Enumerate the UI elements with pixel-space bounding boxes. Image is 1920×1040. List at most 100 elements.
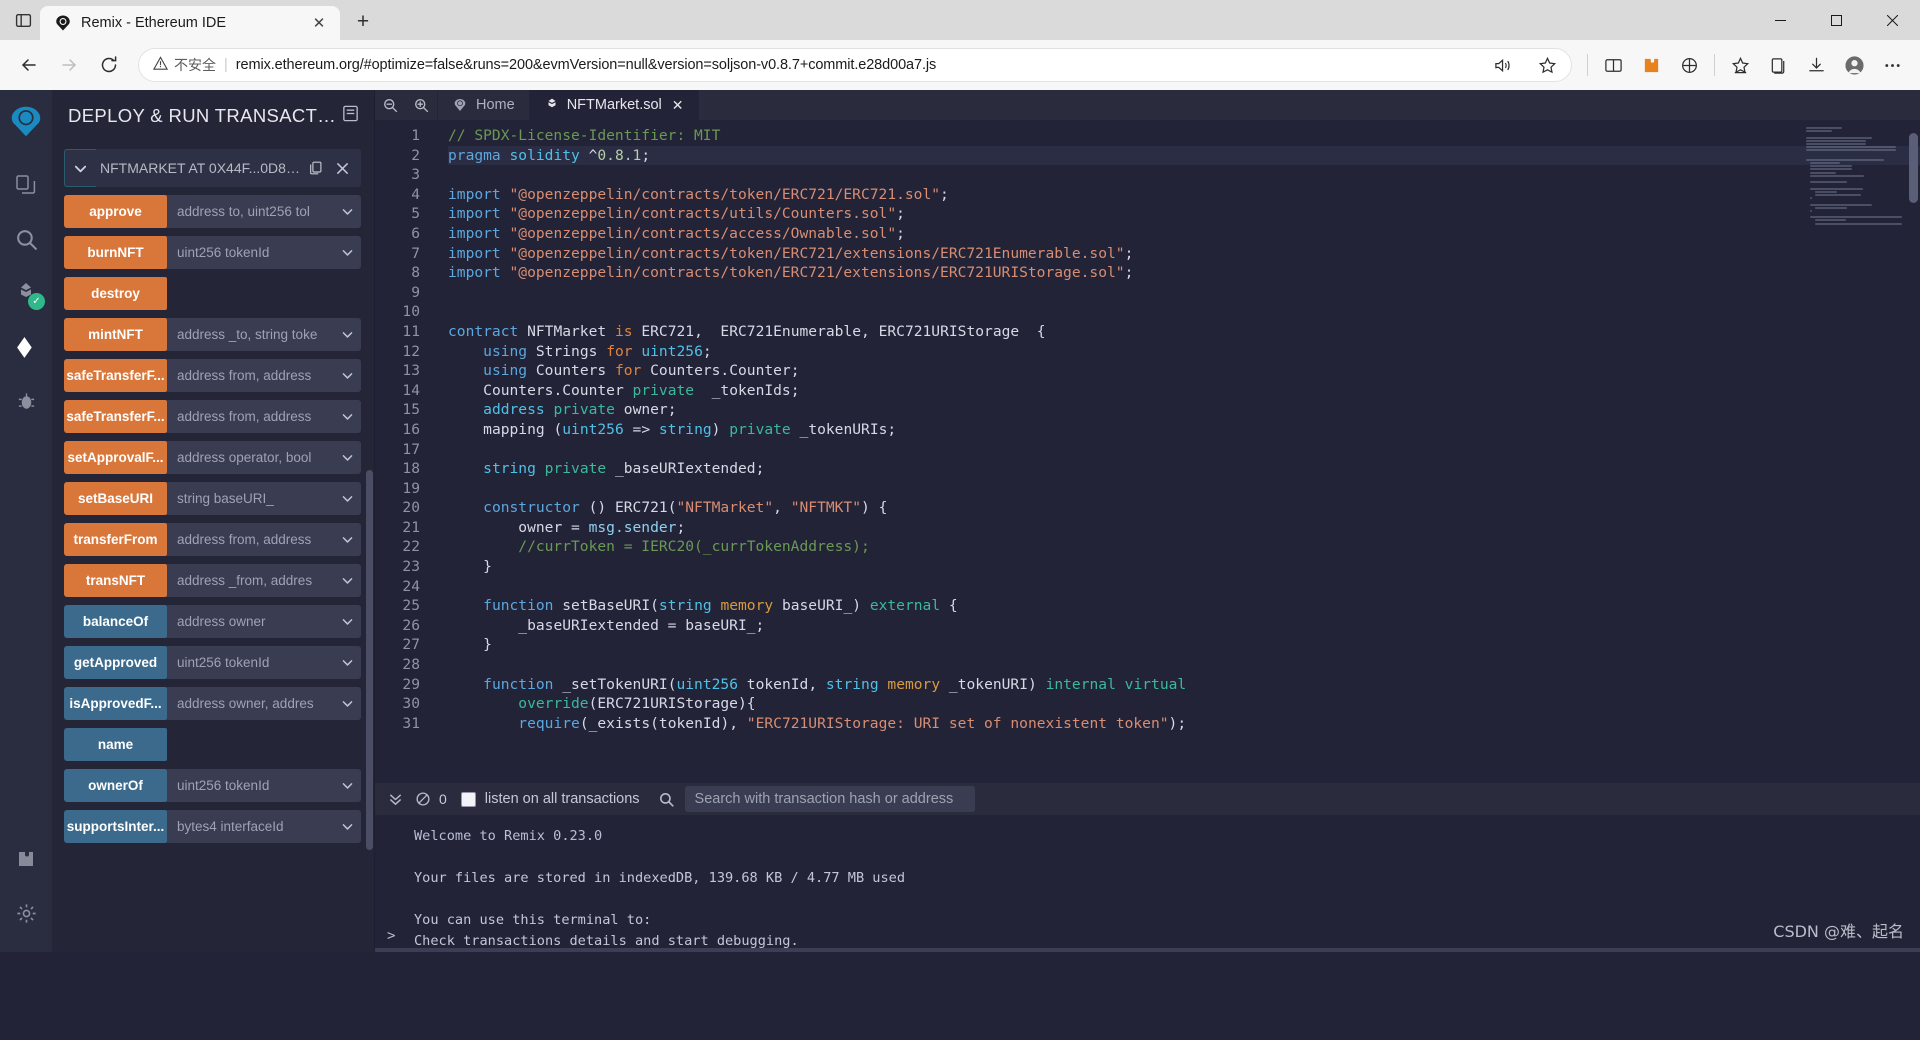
function-params-input[interactable]: address from, address: [167, 359, 333, 392]
function-button-balanceof[interactable]: balanceOf: [64, 605, 167, 638]
code-line[interactable]: pragma solidity ^0.8.1;: [448, 145, 1920, 166]
code-line[interactable]: override(ERC721URIStorage){: [448, 694, 1920, 714]
function-button-safetransferf[interactable]: safeTransferF...: [64, 400, 167, 433]
search-icon[interactable]: [658, 791, 675, 808]
function-button-name[interactable]: name: [64, 728, 167, 761]
code-line[interactable]: // SPDX-License-Identifier: MIT: [448, 126, 1920, 146]
code-line[interactable]: [448, 302, 1920, 322]
code-line[interactable]: _baseURIextended = baseURI_;: [448, 616, 1920, 636]
function-params-input[interactable]: address _from, addres: [167, 564, 333, 597]
read-aloud-icon[interactable]: [1485, 47, 1521, 83]
code-line[interactable]: constructor () ERC721("NFTMarket", "NFTM…: [448, 498, 1920, 518]
panel-scrollbar[interactable]: [366, 470, 373, 850]
browser-essentials-icon[interactable]: [1671, 47, 1707, 83]
chevron-down-icon[interactable]: [333, 400, 361, 433]
code-line[interactable]: }: [448, 557, 1920, 577]
function-button-destroy[interactable]: destroy: [64, 277, 167, 310]
function-params-input[interactable]: string baseURI_: [167, 482, 333, 515]
profile-icon[interactable]: [1836, 47, 1872, 83]
close-icon[interactable]: [329, 153, 355, 183]
new-tab-button[interactable]: +: [348, 7, 378, 37]
code-line[interactable]: [448, 440, 1920, 460]
terminal-prompt[interactable]: >: [387, 926, 395, 947]
function-params-input[interactable]: address owner: [167, 605, 333, 638]
minimize-button[interactable]: [1752, 0, 1808, 40]
chevron-down-icon[interactable]: [333, 646, 361, 679]
code-line[interactable]: [448, 655, 1920, 675]
function-params-input[interactable]: bytes4 interfaceId: [167, 810, 333, 843]
forward-button[interactable]: [50, 46, 88, 84]
code-line[interactable]: import "@openzeppelin/contracts/access/O…: [448, 224, 1920, 244]
function-button-isapprovedf[interactable]: isApprovedF...: [64, 687, 167, 720]
editor-scrollbar[interactable]: [1909, 133, 1918, 203]
code-line[interactable]: }: [448, 635, 1920, 655]
function-button-mintnft[interactable]: mintNFT: [64, 318, 167, 351]
favorites-icon[interactable]: [1722, 47, 1758, 83]
file-explorer-icon[interactable]: [4, 162, 48, 208]
listen-on-all-transactions-checkbox[interactable]: [460, 791, 476, 807]
chevron-down-icon[interactable]: [64, 149, 96, 187]
extensions-puzzle-icon[interactable]: [1633, 47, 1669, 83]
chevron-down-icon[interactable]: [333, 482, 361, 515]
double-chevron-down-icon[interactable]: [381, 785, 409, 813]
function-params-input[interactable]: address to, uint256 tol: [167, 195, 333, 228]
code-line[interactable]: contract NFTMarket is ERC721, ERC721Enum…: [448, 322, 1920, 342]
maximize-button[interactable]: [1808, 0, 1864, 40]
chevron-down-icon[interactable]: [333, 318, 361, 351]
function-button-burnnft[interactable]: burnNFT: [64, 236, 167, 269]
code-line[interactable]: import "@openzeppelin/contracts/token/ER…: [448, 244, 1920, 264]
favorite-star-icon[interactable]: [1529, 47, 1565, 83]
tab-close-icon[interactable]: ✕: [672, 97, 684, 114]
code-editor[interactable]: 1 2 3 4 5 6 7 8 9 10 11 12 13 14 15 16 17 18 19 20 21 22 23 24 2…: [375, 121, 1920, 782]
function-button-approve[interactable]: approve: [64, 195, 167, 228]
function-params-input[interactable]: address _to, string toke: [167, 318, 333, 351]
code-line[interactable]: string private _baseURIextended;: [448, 459, 1920, 479]
chevron-down-icon[interactable]: [333, 359, 361, 392]
code-line[interactable]: Counters.Counter private _tokenIds;: [448, 381, 1920, 401]
search-icon[interactable]: [4, 216, 48, 262]
chevron-down-icon[interactable]: [333, 769, 361, 802]
tab-list-icon[interactable]: [6, 3, 40, 37]
chevron-down-icon[interactable]: [333, 810, 361, 843]
function-params-input[interactable]: uint256 tokenId: [167, 646, 333, 679]
chevron-down-icon[interactable]: [333, 236, 361, 269]
security-status[interactable]: 不安全: [152, 55, 216, 75]
code-line[interactable]: mapping (uint256 => string) private _tok…: [448, 420, 1920, 440]
terminal-scrollbar[interactable]: [375, 948, 1920, 952]
code-line[interactable]: [448, 479, 1920, 499]
chevron-down-icon[interactable]: [333, 564, 361, 597]
chevron-down-icon[interactable]: [333, 605, 361, 638]
tab-home[interactable]: Home: [437, 90, 530, 120]
tab-close-icon[interactable]: ✕: [308, 12, 330, 34]
address-bar[interactable]: 不安全 | remix.ethereum.org/#optimize=false…: [138, 48, 1572, 82]
settings-gear-icon[interactable]: [4, 890, 48, 936]
split-screen-icon[interactable]: [1595, 47, 1631, 83]
chevron-down-icon[interactable]: [333, 195, 361, 228]
function-params-input[interactable]: address owner, addres: [167, 687, 333, 720]
downloads-icon[interactable]: [1798, 47, 1834, 83]
code-line[interactable]: import "@openzeppelin/contracts/utils/Co…: [448, 204, 1920, 224]
remix-logo-icon[interactable]: [4, 98, 48, 144]
collections-icon[interactable]: [1760, 47, 1796, 83]
reload-button[interactable]: [90, 46, 128, 84]
tab-nftmarket-sol[interactable]: NFTMarket.sol ✕: [529, 90, 699, 120]
function-button-setbaseuri[interactable]: setBaseURI: [64, 482, 167, 515]
code-line[interactable]: using Counters for Counters.Counter;: [448, 361, 1920, 381]
back-button[interactable]: [10, 46, 48, 84]
code-line[interactable]: [448, 165, 1920, 185]
deploy-run-icon[interactable]: [4, 324, 48, 370]
code-line[interactable]: require(_exists(tokenId), "ERC721URIStor…: [448, 714, 1920, 734]
plugin-manager-icon[interactable]: [4, 836, 48, 882]
code-line[interactable]: function setBaseURI(string memory baseUR…: [448, 596, 1920, 616]
debugger-icon[interactable]: [4, 378, 48, 424]
close-window-button[interactable]: [1864, 0, 1920, 40]
panel-menu-icon[interactable]: [341, 104, 360, 128]
code-line[interactable]: [448, 577, 1920, 597]
function-button-supportsinter[interactable]: supportsInter...: [64, 810, 167, 843]
code-line[interactable]: //currToken = IERC20(_currTokenAddress);: [448, 537, 1920, 557]
chevron-down-icon[interactable]: [333, 441, 361, 474]
zoom-out-icon[interactable]: [375, 90, 406, 120]
function-button-getapproved[interactable]: getApproved: [64, 646, 167, 679]
function-params-input[interactable]: address from, address: [167, 523, 333, 556]
code-line[interactable]: import "@openzeppelin/contracts/token/ER…: [448, 263, 1920, 283]
